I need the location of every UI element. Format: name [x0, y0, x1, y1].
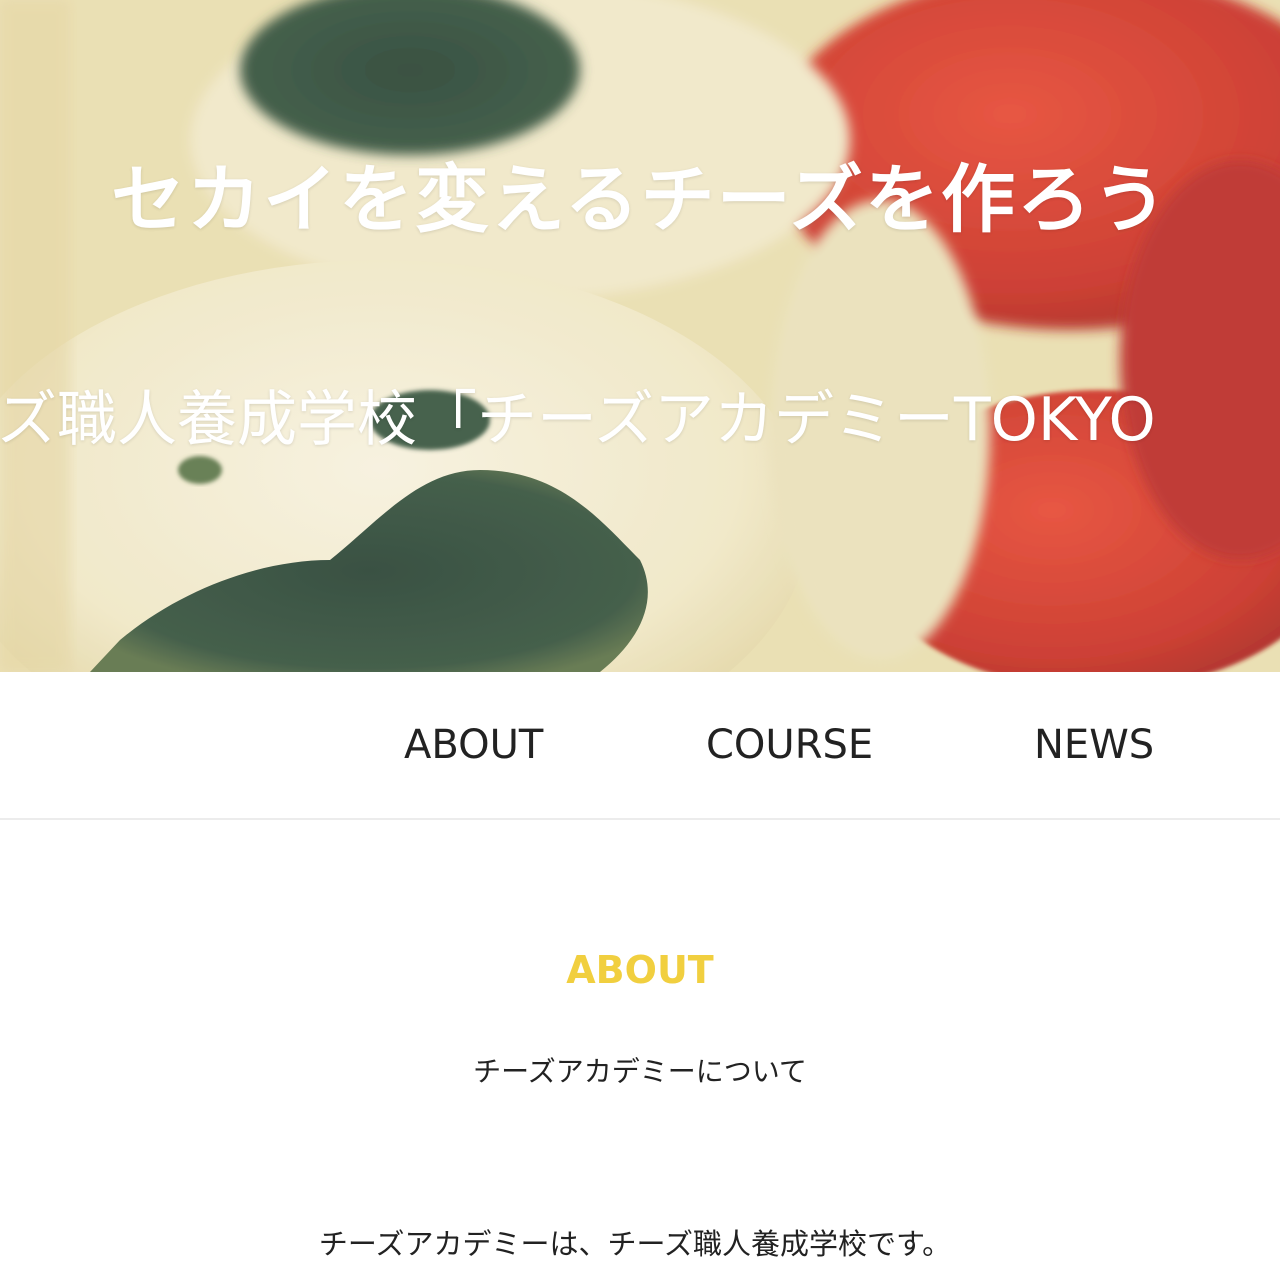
hero-banner: セカイを変えるチーズを作ろう ーズ職人養成学校「チーズアカデミーTOKYO — [0, 0, 1280, 672]
about-body-text: チーズアカデミーは、チーズ職人養成学校です。 — [318, 1227, 952, 1261]
main-navigation: ABOUT COURSE NEWS — [0, 672, 1280, 820]
nav-link-about[interactable]: ABOUT — [404, 672, 543, 818]
about-heading: ABOUT — [566, 948, 714, 992]
hero-subtitle: ーズ職人養成学校「チーズアカデミーTOKYO — [0, 385, 1156, 455]
about-subheading: チーズアカデミーについて — [473, 1055, 807, 1088]
hero-title: セカイを変えるチーズを作ろう — [110, 157, 1170, 243]
hero-overlay — [0, 0, 1280, 672]
nav-link-course[interactable]: COURSE — [706, 672, 873, 818]
nav-link-news[interactable]: NEWS — [1034, 672, 1154, 818]
